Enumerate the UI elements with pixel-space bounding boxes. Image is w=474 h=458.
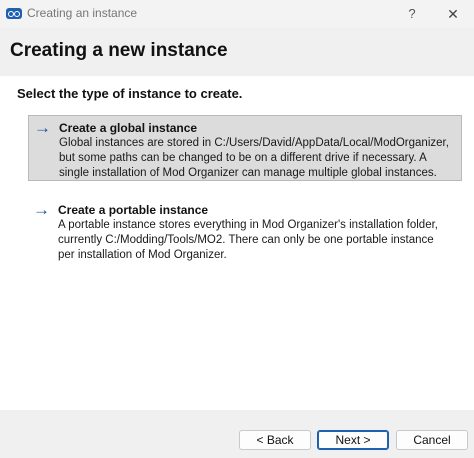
arrow-right-icon: → [33,200,50,219]
help-button[interactable]: ? [402,4,422,24]
option-description-line: currently C:/Modding/Tools/MO2. There ca… [58,234,434,246]
option-create-global-instance[interactable]: → Create a global instance Global instan… [28,115,462,181]
page-subtitle: Select the type of instance to create. [17,86,243,101]
title-bar: Creating an instance ? ✕ [0,0,474,28]
option-description-line: per installation of Mod Organizer. [58,249,227,261]
next-button[interactable]: Next > [317,430,389,450]
option-description-line: but some paths can be changed to be on a… [59,152,427,164]
mod-organizer-logo-icon [6,8,22,19]
page-title: Creating a new instance [10,40,228,61]
window-title: Creating an instance [27,6,138,20]
close-button[interactable]: ✕ [441,3,465,25]
back-button[interactable]: < Back [239,430,311,450]
option-title: Create a global instance [59,121,198,135]
option-description-line: single installation of Mod Organizer can… [59,167,437,179]
cancel-button[interactable]: Cancel [396,430,468,450]
option-title: Create a portable instance [58,203,209,217]
arrow-right-icon: → [34,118,51,137]
option-create-portable-instance[interactable]: → Create a portable instance A portable … [28,198,462,264]
option-description-line: Global instances are stored in C:/Users/… [59,137,449,149]
option-description-line: A portable instance stores everything in… [58,219,438,231]
